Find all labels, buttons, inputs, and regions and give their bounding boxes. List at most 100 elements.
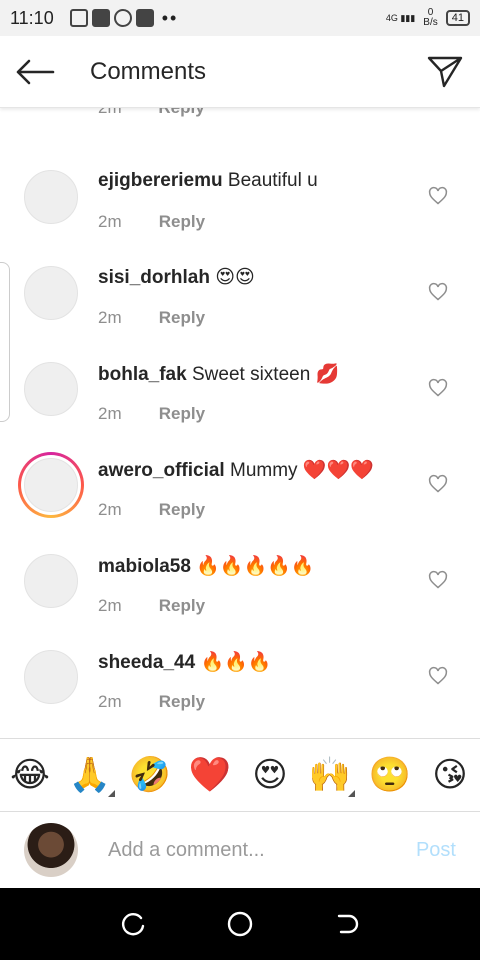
comment-meta: 2m Reply [98,596,205,616]
status-time: 11:10 [10,7,54,28]
comment-text: sheeda_44 🔥🔥🔥 [98,650,271,674]
send-icon [427,56,463,87]
comment-username[interactable]: awero_official [98,460,225,481]
avatar[interactable] [18,164,84,230]
comment-meta: 2m Reply [98,404,205,424]
reply-button[interactable]: Reply [159,308,205,327]
avatar-image [24,650,78,704]
reply-button[interactable]: Reply [159,404,205,423]
header: Comments [0,36,480,108]
emoji-heart-eyes[interactable]: 😍 [243,755,297,795]
comment-text: bohla_fak Sweet sixteen 💋 [98,362,339,386]
comment-input[interactable] [108,838,388,862]
comment-item: sheeda_44 🔥🔥🔥 2m Reply [0,636,480,732]
comment-item: bohla_fak Sweet sixteen 💋 2m Reply [0,348,480,444]
avatar[interactable] [18,644,84,710]
home-icon[interactable] [226,910,254,938]
comment-body: Mummy ❤️❤️❤️ [230,460,374,481]
emoji-kiss[interactable]: 😘 [423,755,477,795]
heart-icon[interactable] [428,570,448,590]
heart-icon[interactable] [428,186,448,206]
comment-username[interactable]: mabiola58 [98,556,191,577]
emoji-raised-hands[interactable]: 🙌 [303,755,357,797]
emoji-folded-hands[interactable]: 🙏 [63,755,117,797]
network-speed: 0 B/s [423,8,437,28]
comment-time: 2m [98,212,122,231]
system-nav-bar [0,888,480,960]
avatar-image [24,170,78,224]
heart-icon[interactable] [428,474,448,494]
share-button[interactable] [410,36,480,108]
battery-level: 41 [451,12,464,24]
comment-time: 2m [98,404,122,423]
comment-time: 2m [98,692,122,711]
page-title: Comments [90,57,207,85]
comment-meta: 2m Reply [98,500,205,520]
comment-meta: 2m Reply [98,308,205,328]
comment-text: awero_official Mummy ❤️❤️❤️ [98,458,374,482]
comment-body: Sweet sixteen 💋 [191,364,340,385]
speed-unit: B/s [423,17,438,28]
comment-composer: Post [0,812,480,888]
comment-list[interactable]: 2m Reply ejigbereriemu Beautiful u 2m Re… [0,108,480,738]
emoji-eye-roll[interactable]: 🙄 [363,755,417,795]
comment-time: 2m [98,308,122,327]
comment-body: 😍😍 [215,267,255,288]
comment-time: 2m [98,108,122,117]
current-user-avatar [24,823,78,877]
comment-item: mabiola58 🔥🔥🔥🔥🔥 2m Reply [0,540,480,636]
recent-apps-icon[interactable] [119,910,147,938]
comment-text: mabiola58 🔥🔥🔥🔥🔥 [98,554,315,578]
heart-icon[interactable] [428,666,448,686]
avatar[interactable] [18,548,84,614]
emoji-quick-bar: 😂 🙏 🤣 ❤️ 😍 🙌 🙄 😘 [0,738,480,812]
reply-button[interactable]: Reply [159,500,205,519]
status-bar: 11:10 •• 4G ▮▮▮ 0 B/s 41 [0,0,480,36]
comment-text: sisi_dorhlah 😍😍 [98,266,255,289]
comment-meta: 2m Reply [98,692,205,712]
emoji-red-heart[interactable]: ❤️ [183,755,237,795]
heart-icon[interactable] [428,378,448,398]
comment-meta: 2m Reply [98,212,205,232]
post-button[interactable]: Post [416,839,456,862]
signal-icon: 4G ▮▮▮ [385,12,416,23]
notification-icons: •• [69,7,179,29]
back-nav-icon[interactable] [333,910,361,938]
comment-body: 🔥🔥🔥🔥🔥 [196,556,315,577]
whatsapp-icon [113,9,132,27]
comment-username[interactable]: ejigbereriemu [98,170,223,191]
avatar[interactable] [18,260,84,326]
edge-panel-handle[interactable] [0,262,10,422]
comment-time: 2m [98,596,122,615]
reply-button[interactable]: Reply [159,212,205,231]
emoji-tears-of-joy[interactable]: 😂 [3,755,57,795]
reply-button[interactable]: Reply [159,692,205,711]
avatar[interactable] [18,356,84,422]
comment-username[interactable]: sisi_dorhlah [98,267,210,288]
avatar-image [24,458,78,512]
comment-item: ejigbereriemu Beautiful u 2m Reply [0,156,480,252]
avatar-story-ring[interactable] [18,452,84,518]
comment-username[interactable]: bohla_fak [98,364,187,385]
avatar-image [24,554,78,608]
status-right: 4G ▮▮▮ 0 B/s 41 [386,8,470,28]
avatar-image [24,266,78,320]
comment-item: awero_official Mummy ❤️❤️❤️ 2m Reply [0,444,480,540]
partial-comment-meta: 2m Reply [98,108,237,118]
network-type: 4G [385,12,398,23]
reply-button[interactable]: Reply [158,108,204,117]
facebook-icon [135,9,154,27]
comment-username[interactable]: sheeda_44 [98,652,195,673]
back-button[interactable] [0,36,70,108]
comment-time: 2m [98,500,122,519]
reply-button[interactable]: Reply [159,596,205,615]
heart-icon[interactable] [428,282,448,302]
more-notifications-icon: •• [161,7,179,28]
battery-saver-icon [69,9,88,27]
comment-item: sisi_dorhlah 😍😍 2m Reply [0,252,480,348]
battery-icon: 41 [445,10,470,26]
avatar-image [24,362,78,416]
arrow-left-icon [16,59,55,84]
comment-body: 🔥🔥🔥 [200,652,272,673]
emoji-rofl[interactable]: 🤣 [123,755,177,795]
